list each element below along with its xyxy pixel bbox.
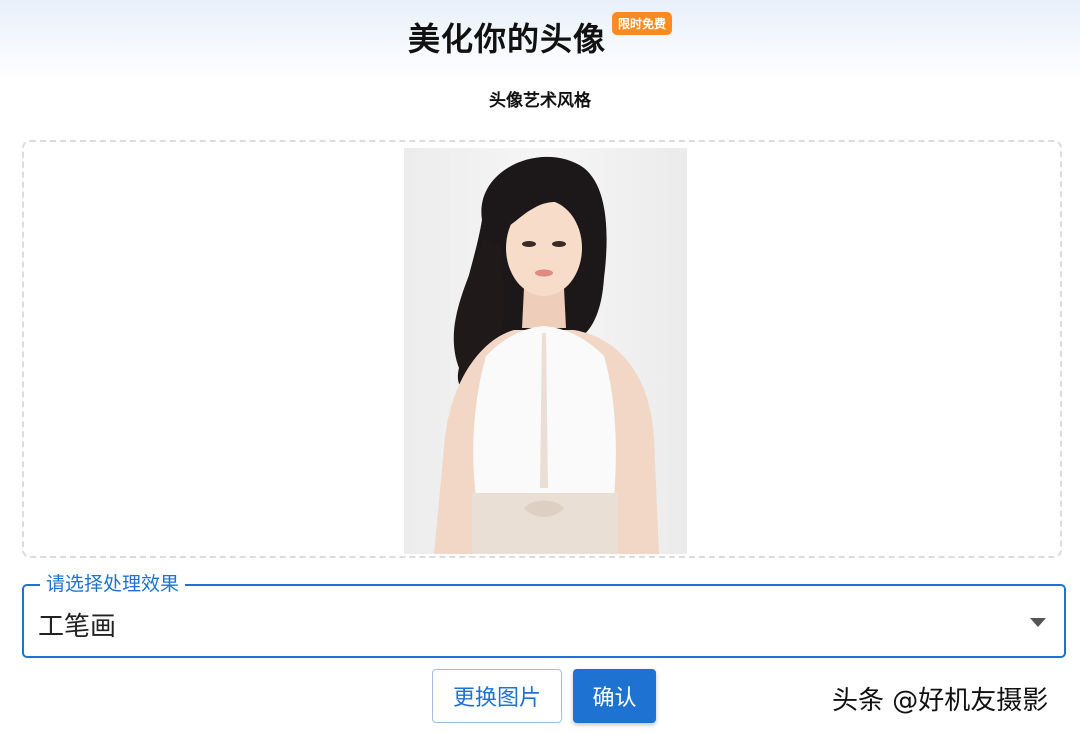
chevron-down-icon[interactable]	[1030, 618, 1046, 627]
image-preview-area[interactable]	[22, 140, 1062, 558]
watermark: 头条 @好机友摄影	[832, 686, 1049, 716]
effect-select-value: 工笔画	[38, 612, 117, 642]
effect-select[interactable]: 请选择处理效果 工笔画	[22, 572, 1066, 658]
change-image-button[interactable]: 更换图片	[432, 669, 562, 723]
page-title: 美化你的头像	[407, 20, 606, 58]
free-badge: 限时免费	[612, 11, 673, 35]
effect-select-label: 请选择处理效果	[40, 572, 186, 596]
portrait-photo	[404, 148, 687, 554]
section-subtitle: 头像艺术风格	[489, 91, 591, 111]
confirm-button[interactable]: 确认	[573, 669, 656, 723]
header: 美化你的头像 限时免费	[0, 11, 1080, 60]
